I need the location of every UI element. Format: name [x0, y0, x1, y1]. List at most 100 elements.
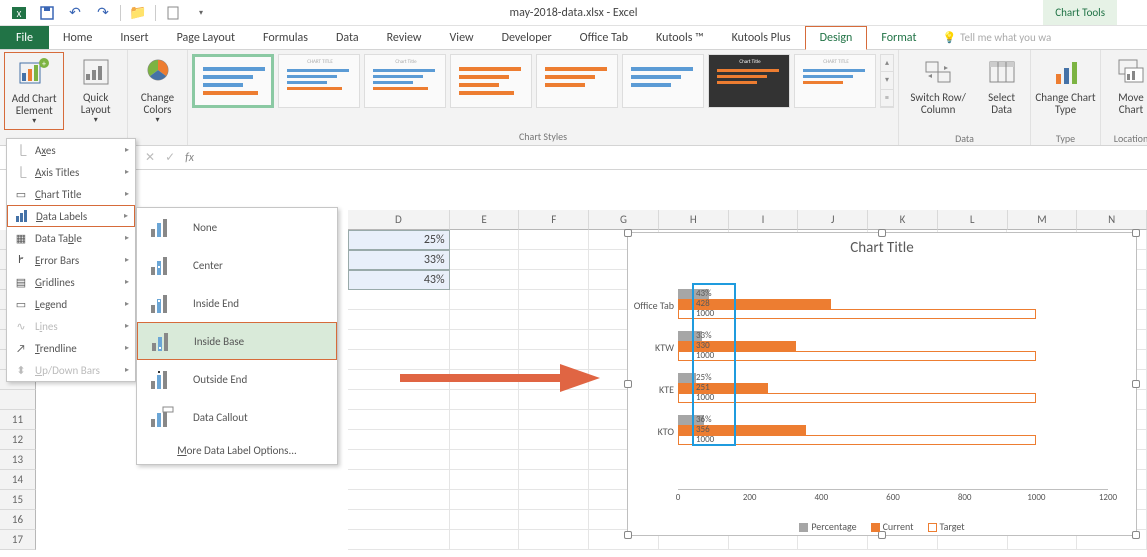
tab-kutools-plus[interactable]: Kutools Plus	[718, 26, 805, 49]
cell[interactable]	[450, 450, 520, 470]
chart-bar-percentage[interactable]	[678, 373, 696, 383]
chart-data-label[interactable]: 1000	[696, 350, 714, 361]
cell[interactable]	[348, 330, 450, 350]
cell[interactable]	[519, 530, 589, 550]
cell[interactable]: 43%	[348, 270, 450, 290]
cell[interactable]	[348, 430, 450, 450]
cell[interactable]: 25%	[348, 230, 450, 250]
row-header[interactable]: 15	[0, 490, 36, 510]
cell[interactable]	[519, 450, 589, 470]
row-header[interactable]: 17	[0, 530, 36, 550]
cell[interactable]	[519, 230, 589, 250]
submenu-data-callout[interactable]: Data Callout	[137, 398, 337, 436]
chart-resize-handle[interactable]	[1132, 380, 1140, 388]
select-data-button[interactable]: Select Data	[977, 52, 1026, 130]
tab-design[interactable]: Design	[805, 26, 868, 50]
cell[interactable]	[348, 290, 450, 310]
quick-layout-button[interactable]: Quick Layout▾	[68, 52, 123, 130]
cell[interactable]	[519, 490, 589, 510]
tab-insert[interactable]: Insert	[106, 26, 162, 49]
chart-style-thumb-3[interactable]: Chart Title	[364, 54, 446, 108]
chart-style-thumb-5[interactable]	[536, 54, 618, 108]
tab-office-tab[interactable]: Office Tab	[566, 26, 642, 49]
menu-error-bars[interactable]: ᎨError Bars▸	[7, 249, 135, 271]
open-folder-button[interactable]: 📁	[125, 2, 151, 24]
cell[interactable]	[450, 310, 520, 330]
chart-plot-area[interactable]: Office Tab43%4281000KTW33%3301000KTE25%2…	[678, 281, 1108, 487]
chart-legend[interactable]: Percentage Current Target	[628, 520, 1136, 533]
tab-review[interactable]: Review	[373, 26, 436, 49]
row-header[interactable]: 11	[0, 410, 36, 430]
change-chart-type-button[interactable]: Change Chart Type	[1035, 52, 1096, 130]
column-header[interactable]: K	[868, 210, 938, 230]
row-header[interactable]: 12	[0, 430, 36, 450]
tab-data[interactable]: Data	[322, 26, 373, 49]
cell[interactable]	[519, 430, 589, 450]
cell[interactable]	[450, 430, 520, 450]
tab-view[interactable]: View	[436, 26, 488, 49]
column-header[interactable]: H	[659, 210, 729, 230]
menu-axis-titles[interactable]: ⎿Axis Titles▸	[7, 161, 135, 183]
new-doc-button[interactable]	[160, 2, 186, 24]
menu-data-table[interactable]: ▦Data Table▸	[7, 227, 135, 249]
embedded-chart[interactable]: Chart Title Office Tab43%4281000KTW33%33…	[627, 232, 1137, 536]
cell[interactable]	[450, 490, 520, 510]
column-header[interactable]: L	[938, 210, 1008, 230]
submenu-more-options[interactable]: More Data Label Options...	[137, 436, 337, 464]
menu-axes[interactable]: ⎿Axes▸	[7, 139, 135, 161]
cell[interactable]	[450, 250, 520, 270]
change-colors-button[interactable]: Change Colors▾	[132, 52, 183, 130]
cell[interactable]	[348, 470, 450, 490]
undo-button[interactable]: ↶	[62, 2, 88, 24]
column-header[interactable]: G	[589, 210, 659, 230]
cell[interactable]: 33%	[348, 250, 450, 270]
tab-formulas[interactable]: Formulas	[249, 26, 322, 49]
submenu-outside-end[interactable]: Outside End	[137, 360, 337, 398]
chart-bar-target[interactable]	[678, 435, 1036, 445]
submenu-inside-base[interactable]: Inside Base	[137, 322, 337, 360]
column-header[interactable]: J	[798, 210, 868, 230]
chart-bar-target[interactable]	[678, 309, 1036, 319]
chart-resize-handle[interactable]	[878, 229, 886, 237]
column-header[interactable]: I	[729, 210, 799, 230]
chart-style-thumb-4[interactable]	[450, 54, 532, 108]
menu-data-labels[interactable]: Data Labels▸	[7, 205, 135, 227]
cell[interactable]	[450, 530, 520, 550]
column-header[interactable]: F	[519, 210, 589, 230]
switch-row-column-button[interactable]: Switch Row/ Column	[903, 52, 973, 130]
chart-style-thumb-6[interactable]	[622, 54, 704, 108]
cell[interactable]	[450, 290, 520, 310]
cell[interactable]	[519, 410, 589, 430]
tab-home[interactable]: Home	[49, 26, 106, 49]
redo-button[interactable]: ↷	[90, 2, 116, 24]
cell[interactable]	[348, 450, 450, 470]
cell[interactable]	[348, 310, 450, 330]
chart-data-label[interactable]: 1000	[696, 308, 714, 319]
column-header[interactable]: D	[348, 210, 450, 230]
row-header[interactable]: 13	[0, 450, 36, 470]
menu-legend[interactable]: ▭Legend▸	[7, 293, 135, 315]
column-header[interactable]: M	[1008, 210, 1078, 230]
cell[interactable]	[348, 530, 450, 550]
cell[interactable]	[519, 250, 589, 270]
chart-style-thumb-2[interactable]: CHART TITLE	[278, 54, 360, 108]
chart-bar-target[interactable]	[678, 351, 1036, 361]
save-button[interactable]	[34, 2, 60, 24]
chart-style-thumb-1[interactable]	[192, 54, 274, 108]
cancel-icon[interactable]: ✕	[145, 150, 155, 165]
add-chart-element-button[interactable]: + Add Chart Element▾	[4, 52, 64, 130]
tab-kutools[interactable]: Kutools ™	[642, 26, 718, 49]
file-tab[interactable]: File	[0, 26, 49, 49]
move-chart-button[interactable]: Move Chart	[1105, 52, 1147, 130]
row-header[interactable]: 16	[0, 510, 36, 530]
tab-format[interactable]: Format	[867, 26, 930, 49]
submenu-none[interactable]: None	[137, 208, 337, 246]
cell[interactable]	[519, 330, 589, 350]
cell[interactable]	[348, 510, 450, 530]
chart-style-thumb-8[interactable]: CHART TITLE	[794, 54, 876, 108]
menu-chart-title[interactable]: ▭Chart Title▸	[7, 183, 135, 205]
submenu-center[interactable]: Center	[137, 246, 337, 284]
column-header[interactable]: N	[1077, 210, 1147, 230]
qat-customize-button[interactable]: ▾	[188, 2, 214, 24]
column-header[interactable]: E	[450, 210, 520, 230]
